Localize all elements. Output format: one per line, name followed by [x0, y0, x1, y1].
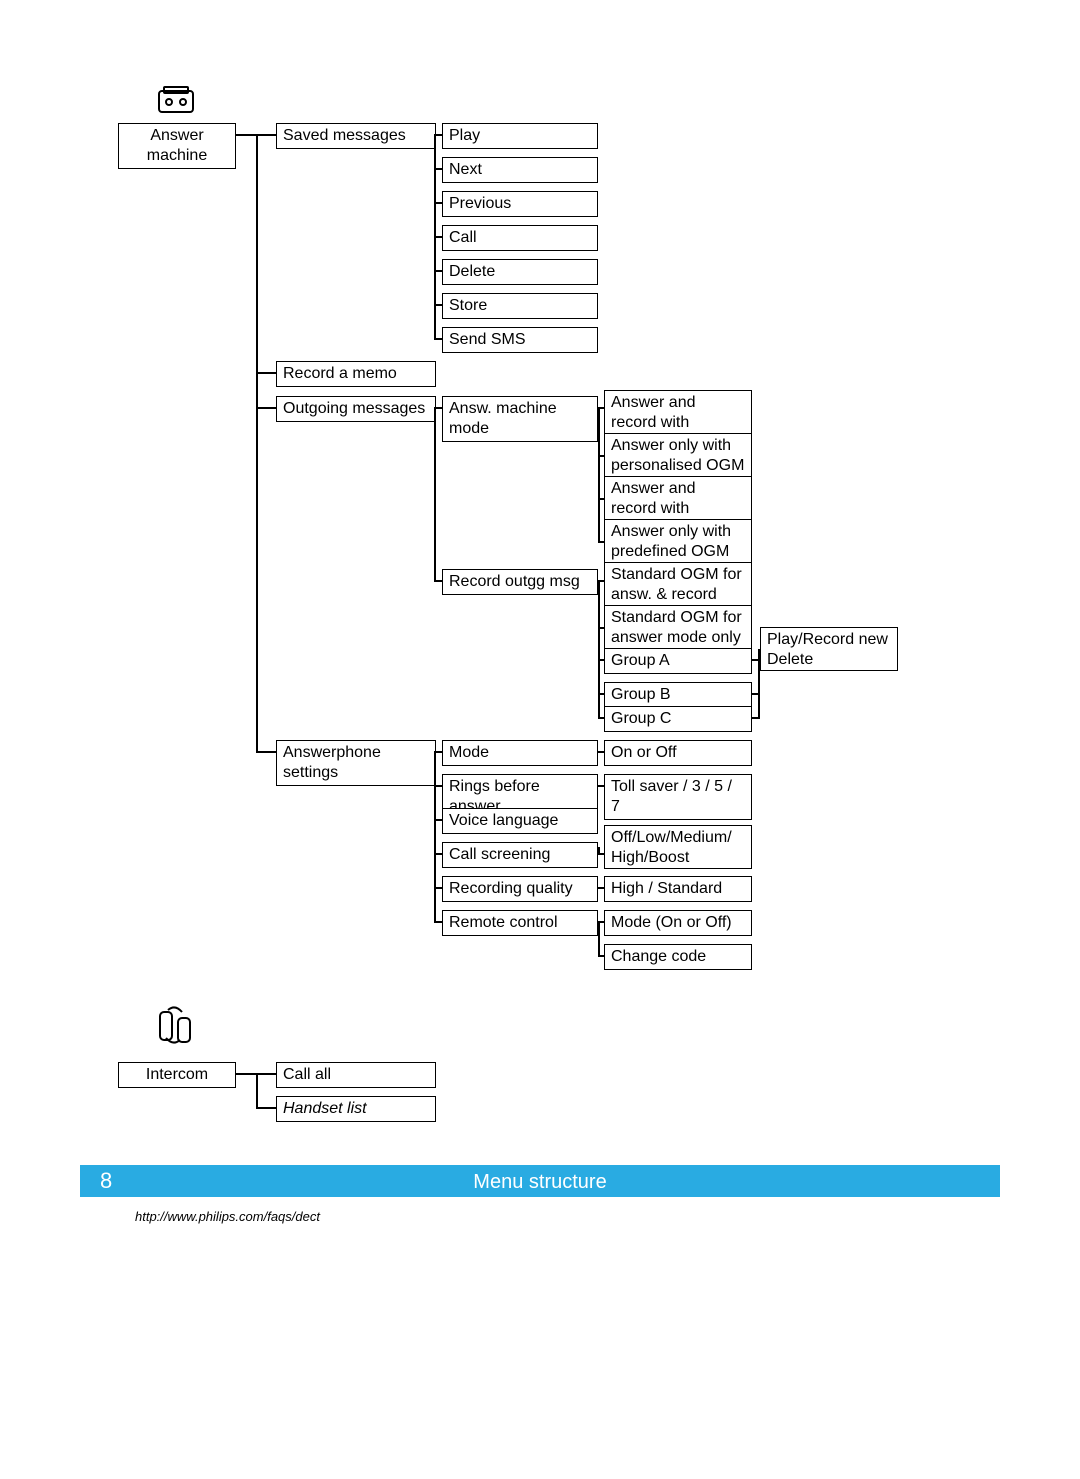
- answer-machine-icon: [158, 85, 194, 113]
- l4-recq-opt: High / Standard: [604, 876, 752, 902]
- footer-url: http://www.philips.com/faqs/dect: [135, 1209, 320, 1224]
- l4-screen-opt: Off/Low/Medium/ High/Boost: [604, 825, 752, 869]
- intercom-call-all: Call all: [276, 1062, 436, 1088]
- group-action-play-record: Play/Record new: [767, 630, 891, 650]
- l3-delete: Delete: [442, 259, 598, 285]
- intercom-icon: [158, 1006, 192, 1044]
- l3-remote-control: Remote control: [442, 910, 598, 936]
- l3-play: Play: [442, 123, 598, 149]
- root-answer-machine: Answer machine: [118, 123, 236, 169]
- l4-amm-1: Answer and record with personalised OGM: [604, 390, 752, 434]
- l3-recording-quality: Recording quality: [442, 876, 598, 902]
- l4-rc-mode: Mode (On or Off): [604, 910, 752, 936]
- group-action-delete: Delete: [767, 650, 891, 670]
- l2-saved-messages: Saved messages: [276, 123, 436, 149]
- l4-amm-3: Answer and record with predefined OGM: [604, 476, 752, 520]
- l3-previous: Previous: [442, 191, 598, 217]
- l4-rom-1: Standard OGM for answ. & record mode: [604, 562, 752, 606]
- l4-amm-2: Answer only with personalised OGM: [604, 433, 752, 477]
- page: Answer machine Saved messages Record a m…: [0, 0, 1080, 1479]
- l3-mode: Mode: [442, 740, 598, 766]
- l2-outgoing-messages: Outgoing messages: [276, 396, 436, 422]
- l3-next: Next: [442, 157, 598, 183]
- l3-call-screening: Call screening: [442, 842, 598, 868]
- l5-group-actions: Play/Record new Delete: [760, 627, 898, 671]
- intercom-handset-list: Handset list: [276, 1096, 436, 1122]
- l2-record-memo: Record a memo: [276, 361, 436, 387]
- l2-answerphone-settings: Answerphone settings: [276, 740, 436, 786]
- l3-record-outgg-msg: Record outgg msg: [442, 569, 598, 595]
- l3-answ-machine-mode: Answ. machine mode: [442, 396, 598, 442]
- l4-group-b: Group B: [604, 682, 752, 708]
- l4-rings-opt: Toll saver / 3 / 5 / 7: [604, 774, 752, 820]
- l3-store: Store: [442, 293, 598, 319]
- l4-group-a: Group A: [604, 648, 752, 674]
- l4-group-c: Group C: [604, 706, 752, 732]
- l4-mode-opt: On or Off: [604, 740, 752, 766]
- root-intercom: Intercom: [118, 1062, 236, 1088]
- l3-voice-language: Voice language: [442, 808, 598, 834]
- l3-call: Call: [442, 225, 598, 251]
- l3-send-sms: Send SMS: [442, 327, 598, 353]
- l4-rc-code: Change code: [604, 944, 752, 970]
- footer-title: Menu structure: [0, 1171, 1080, 1194]
- l4-rom-2: Standard OGM for answer mode only: [604, 605, 752, 649]
- l4-amm-4: Answer only with predefined OGM: [604, 519, 752, 563]
